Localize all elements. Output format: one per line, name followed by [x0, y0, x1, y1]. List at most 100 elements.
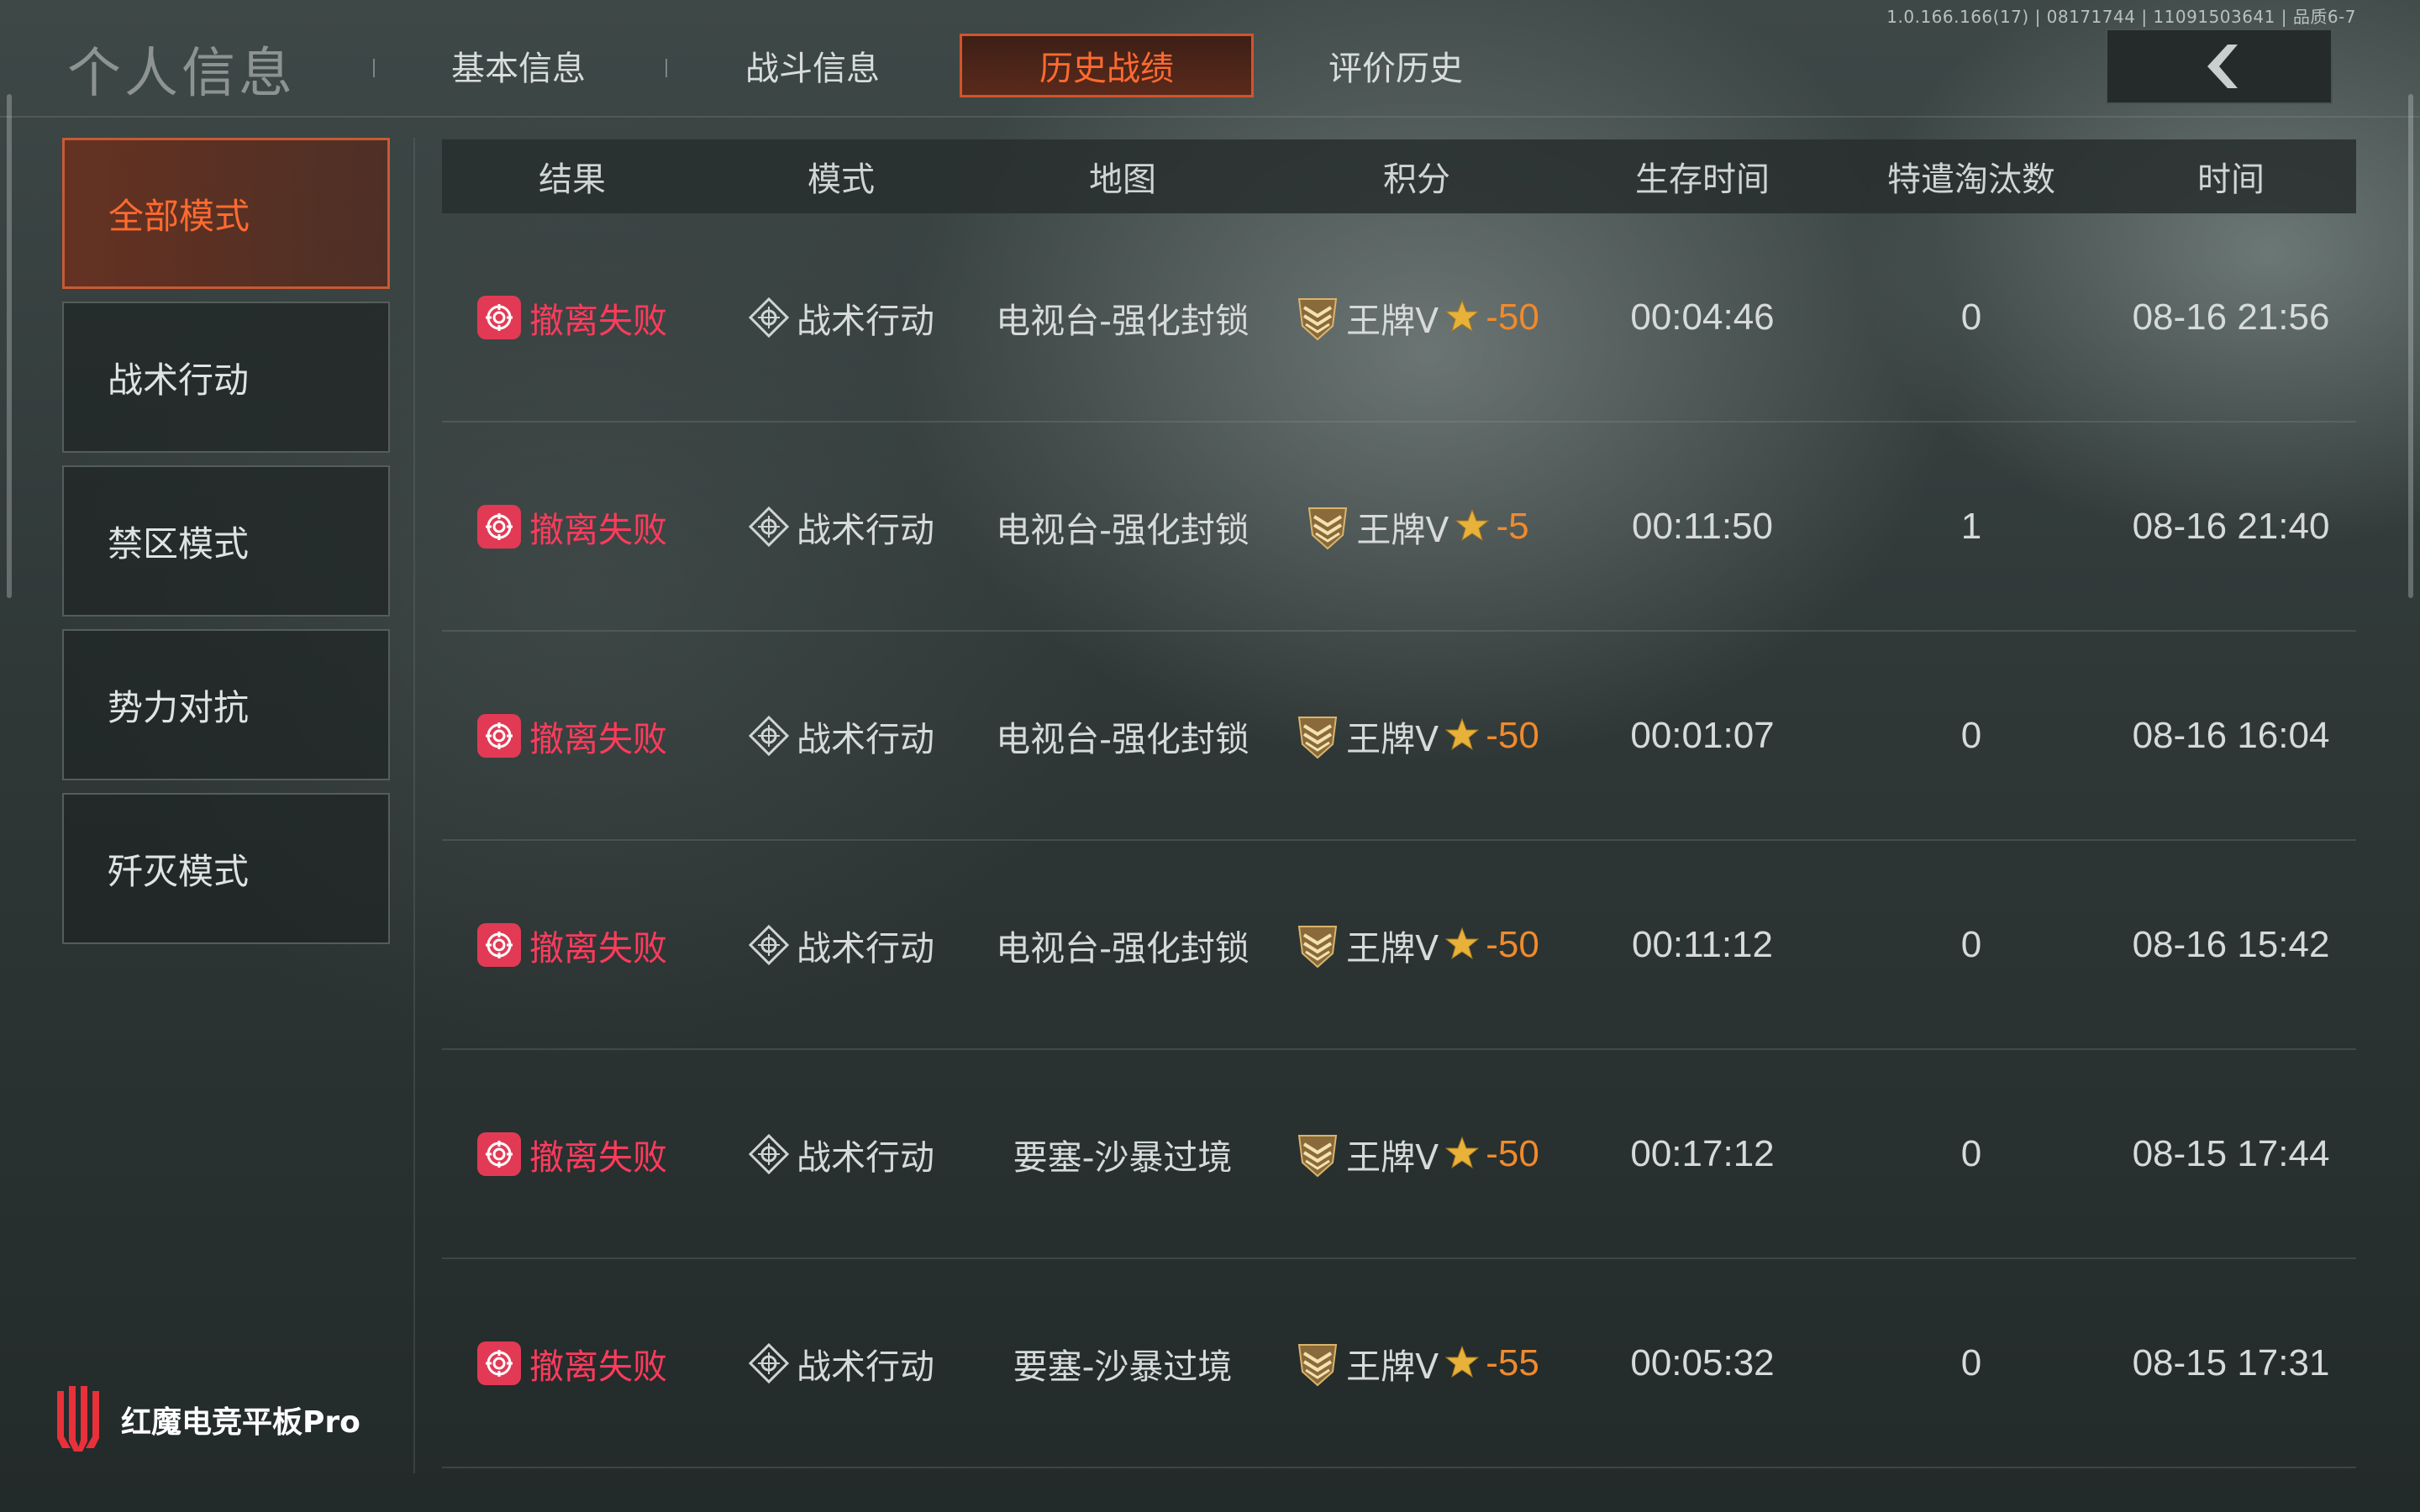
score-value: -50: [1486, 1132, 1539, 1174]
result-cell: 撤离失败: [442, 711, 702, 761]
table-row[interactable]: 撤离失败 战术行动 电视台-强化封锁 王牌V -50 00:01:07 0 08-16 16:…: [442, 632, 2356, 841]
match-time: 08-16 16:04: [2132, 714, 2330, 756]
survival-time: 00:01:07: [1630, 714, 1775, 756]
rank-text: 王牌V: [1346, 1346, 1439, 1387]
sidebar-item-all-modes[interactable]: 全部模式: [62, 138, 390, 289]
mode-text: 战术行动: [797, 927, 934, 969]
crosshair-diamond-icon: [748, 297, 790, 339]
mode-cell: 战术行动: [702, 292, 980, 343]
header-eliminations: 特遣淘汰数: [1887, 160, 2055, 199]
back-button[interactable]: [2106, 29, 2333, 104]
survival-time: 00:05:32: [1630, 1341, 1775, 1383]
rank-badge-icon: [1294, 920, 1341, 970]
map-cell: 电视台-强化封锁: [980, 292, 1265, 343]
table-row[interactable]: 撤离失败 战术行动 电视台-强化封锁 王牌V -5 00:11:50 1 08-16 21:4…: [442, 423, 2356, 632]
sidebar-item-restricted[interactable]: 禁区模式: [62, 465, 390, 617]
rank-badge-icon: [1294, 1338, 1341, 1389]
map-text: 电视台-强化封锁: [996, 300, 1249, 341]
chevron-left-icon: [2207, 45, 2238, 88]
map-cell: 电视台-强化封锁: [980, 501, 1265, 552]
rank-text: 王牌V: [1346, 300, 1439, 341]
crosshair-diamond-icon: [748, 1133, 790, 1175]
score-cell: 王牌V -50: [1265, 920, 1568, 970]
sidebar-item-faction[interactable]: 势力对抗: [62, 629, 390, 780]
star-icon: [1445, 717, 1484, 754]
table-row[interactable]: 撤离失败 战术行动 要塞-沙暴过境 王牌V -50 00:17:12 0 08-15 17:4…: [442, 1050, 2356, 1259]
survival-time: 00:17:12: [1630, 1132, 1775, 1174]
score-value: -50: [1486, 923, 1539, 965]
map-cell: 电视台-强化封锁: [980, 711, 1265, 761]
score-cell: 王牌V -5: [1265, 501, 1568, 552]
rank-badge-icon: [1294, 1129, 1341, 1179]
tab-rating-history[interactable]: 评价历史: [1249, 34, 1543, 97]
header-score: 积分: [1383, 160, 1450, 199]
eliminations: 0: [1960, 1132, 1982, 1174]
mode-text: 战术行动: [797, 300, 934, 341]
header-mode: 模式: [808, 160, 875, 199]
sidebar-divider: [413, 138, 415, 1473]
tab-battle-info[interactable]: 战斗信息: [666, 34, 960, 97]
rank-badge-icon: [1294, 711, 1341, 761]
tab-history-record[interactable]: 历史战绩: [960, 34, 1254, 97]
crosshair-diamond-icon: [748, 506, 790, 548]
table-row[interactable]: 撤离失败 战术行动 电视台-强化封锁 王牌V -50 00:04:46 0 08-16 21:…: [442, 213, 2356, 423]
result-text: 撤离失败: [529, 509, 667, 550]
survival-time: 00:11:12: [1631, 923, 1773, 965]
map-cell: 要塞-沙暴过境: [980, 1129, 1265, 1179]
brand: 红魔电竞平板Pro: [52, 1386, 360, 1453]
survival-time: 00:04:46: [1630, 296, 1775, 338]
match-time: 08-15 17:31: [2132, 1341, 2330, 1383]
map-text: 电视台-强化封锁: [996, 927, 1249, 969]
mode-cell: 战术行动: [702, 501, 980, 552]
score-cell: 王牌V -50: [1265, 1129, 1568, 1179]
top-nav: 个人信息 基本信息 战斗信息 历史战绩 评价历史: [0, 0, 2420, 118]
mode-text: 战术行动: [797, 509, 934, 550]
fail-icon: [477, 1341, 521, 1385]
rank-text: 王牌V: [1346, 1137, 1439, 1178]
table-scrollbar[interactable]: [2408, 94, 2413, 598]
eliminations: 0: [1960, 714, 1982, 756]
page-title: 个人信息: [67, 43, 296, 105]
map-text: 电视台-强化封锁: [996, 718, 1249, 759]
mode-cell: 战术行动: [702, 1338, 980, 1389]
eliminations: 0: [1960, 1341, 1982, 1383]
score-cell: 王牌V -50: [1265, 711, 1568, 761]
history-table: 结果 模式 地图 积分 生存时间 特遣淘汰数 时间 撤离失败 战术行动 电视台-强化…: [442, 139, 2356, 1468]
score-value: -50: [1486, 714, 1539, 756]
fail-icon: [477, 1131, 521, 1176]
table-row[interactable]: 撤离失败 战术行动 要塞-沙暴过境 王牌V -55 00:05:32 0 08-15 17:3…: [442, 1259, 2356, 1468]
fail-icon: [477, 295, 521, 339]
match-time: 08-15 17:44: [2132, 1132, 2330, 1174]
result-cell: 撤离失败: [442, 1338, 702, 1389]
result-text: 撤离失败: [529, 300, 667, 341]
map-cell: 要塞-沙暴过境: [980, 1338, 1265, 1389]
mode-cell: 战术行动: [702, 1129, 980, 1179]
map-text: 要塞-沙暴过境: [1013, 1346, 1233, 1387]
sidebar-item-tactical[interactable]: 战术行动: [62, 302, 390, 453]
map-text: 电视台-强化封锁: [996, 509, 1249, 550]
eliminations: 1: [1960, 505, 1982, 547]
divider: [0, 116, 2420, 118]
score-cell: 王牌V -50: [1265, 292, 1568, 343]
result-cell: 撤离失败: [442, 920, 702, 970]
header-result: 结果: [539, 160, 606, 199]
brand-name: 红魔电竞平板Pro: [121, 1405, 360, 1440]
table-row[interactable]: 撤离失败 战术行动 电视台-强化封锁 王牌V -50 00:11:12 0 08-16 15:…: [442, 841, 2356, 1050]
sidebar-scrollbar[interactable]: [7, 94, 12, 598]
result-text: 撤离失败: [529, 718, 667, 759]
result-text: 撤离失败: [529, 1137, 667, 1178]
table-header: 结果 模式 地图 积分 生存时间 特遣淘汰数 时间: [442, 139, 2356, 213]
header-map: 地图: [1089, 160, 1156, 199]
mode-text: 战术行动: [797, 1137, 934, 1178]
result-cell: 撤离失败: [442, 292, 702, 343]
tab-basic-info[interactable]: 基本信息: [371, 34, 666, 97]
match-time: 08-16 15:42: [2132, 923, 2330, 965]
mode-cell: 战术行动: [702, 711, 980, 761]
rank-badge-icon: [1304, 501, 1351, 552]
score-value: -5: [1496, 505, 1529, 547]
mode-sidebar: 全部模式 战术行动 禁区模式 势力对抗 歼灭模式: [62, 138, 392, 957]
map-text: 要塞-沙暴过境: [1013, 1137, 1233, 1178]
score-value: -55: [1486, 1341, 1539, 1383]
star-icon: [1445, 927, 1484, 963]
sidebar-item-annihilation[interactable]: 歼灭模式: [62, 793, 390, 944]
